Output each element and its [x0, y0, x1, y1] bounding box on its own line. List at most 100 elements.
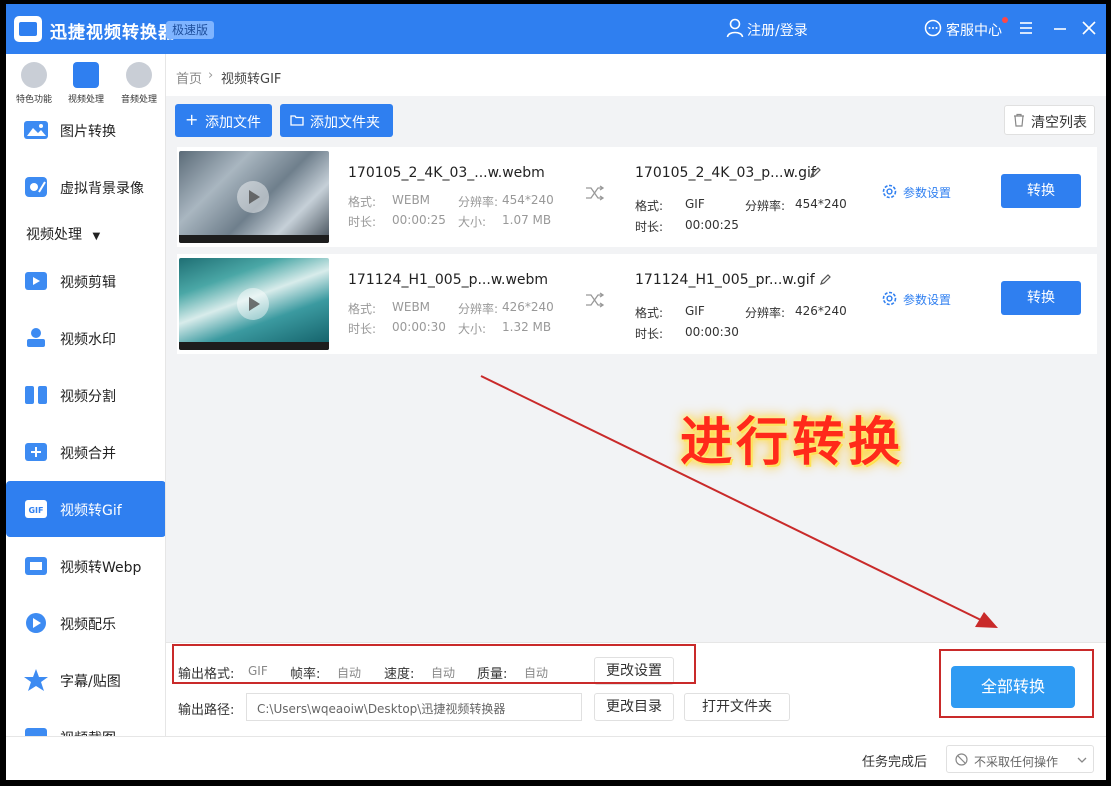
sidebar-item-video-to-gif[interactable]: GIF 视频转Gif	[6, 481, 165, 537]
chat-icon[interactable]	[924, 19, 942, 37]
format-label: 格式:	[348, 195, 377, 209]
shuffle-icon	[586, 292, 605, 308]
tab-label: 音频处理	[120, 95, 157, 105]
breadcrumb: 首页 › 视频转GIF	[166, 54, 1106, 96]
close-icon[interactable]	[1081, 20, 1097, 36]
chevron-down-icon	[1077, 757, 1087, 763]
play-icon[interactable]	[237, 288, 269, 320]
music-icon	[126, 62, 152, 88]
resolution-label: 分辨率:	[745, 306, 786, 320]
gear-icon[interactable]	[881, 183, 898, 200]
support-link[interactable]: 客服中心	[946, 20, 1002, 40]
output-format: GIF	[685, 304, 705, 318]
tab-audio[interactable]: 音频处理	[112, 62, 165, 110]
annotation-box-convert-all	[939, 649, 1094, 718]
output-path-input[interactable]: C:\Users\wqeaoiw\Desktop\迅捷视频转换器	[246, 693, 582, 721]
sidebar-item-video-edit[interactable]: 视频剪辑	[6, 253, 165, 309]
star-icon	[21, 62, 47, 88]
screenshot-icon	[25, 728, 47, 736]
add-file-button[interactable]: + 添加文件	[175, 104, 272, 137]
source-filename: 171124_H1_005_p...w.webm	[348, 272, 549, 288]
add-folder-label: 添加文件夹	[310, 115, 380, 131]
app-title: 迅捷视频转换器	[50, 23, 176, 43]
source-filename: 170105_2_4K_03_...w.webm	[348, 165, 545, 181]
source-duration: 00:00:25	[392, 213, 446, 227]
output-path-label: 输出路径:	[178, 703, 235, 718]
block-icon	[955, 753, 968, 766]
source-resolution: 454*240	[502, 193, 554, 207]
minimize-icon[interactable]	[1052, 20, 1068, 36]
sidebar-item-label: 视频剪辑	[60, 275, 116, 291]
sidebar-item-video-to-webp[interactable]: 视频转Webp	[6, 538, 165, 594]
image-icon	[24, 121, 48, 139]
menu-icon[interactable]	[1018, 20, 1034, 36]
music-note-icon	[26, 613, 46, 633]
pencil-icon[interactable]	[808, 166, 822, 180]
breadcrumb-home[interactable]: 首页	[176, 68, 202, 87]
plus-icon: +	[185, 110, 199, 129]
notification-dot	[1002, 17, 1008, 23]
output-resolution: 454*240	[795, 197, 847, 211]
sidebar-item-watermark[interactable]: 视频水印	[6, 310, 165, 366]
tab-video[interactable]: 视频处理	[59, 62, 113, 110]
sidebar-item-split[interactable]: 视频分割	[6, 367, 165, 423]
sidebar-item-label: 视频转Webp	[60, 560, 142, 576]
size-label: 大小:	[458, 322, 487, 336]
app-logo-icon	[14, 16, 42, 42]
gear-icon[interactable]	[881, 290, 898, 307]
breadcrumb-separator: ›	[208, 68, 214, 83]
size-label: 大小:	[458, 215, 487, 229]
add-folder-button[interactable]: 添加文件夹	[280, 104, 393, 137]
annotation-box-output-settings	[172, 644, 696, 684]
change-dir-button[interactable]: 更改目录	[594, 693, 674, 721]
video-thumbnail[interactable]	[179, 151, 329, 243]
file-row: 170105_2_4K_03_...w.webm 格式: WEBM 分辨率: 4…	[177, 147, 1097, 247]
output-resolution: 426*240	[795, 304, 847, 318]
sidebar-item-label: 视频截图	[60, 728, 116, 736]
pencil-icon[interactable]	[818, 273, 832, 287]
split-icon	[25, 386, 47, 404]
param-settings-link[interactable]: 参数设置	[903, 291, 951, 308]
sidebar-item-virtual-bg[interactable]: 虚拟背景录像	[6, 159, 165, 215]
tab-featured[interactable]: 特色功能	[7, 62, 61, 110]
convert-button[interactable]: 转换	[1001, 174, 1081, 208]
after-task-value: 不采取任何操作	[974, 755, 1059, 769]
file-row: 171124_H1_005_p...w.webm 格式: WEBM 分辨率: 4…	[177, 254, 1097, 354]
duration-label: 时长:	[635, 220, 664, 234]
clear-list-button[interactable]: 清空列表	[1004, 105, 1095, 135]
trash-icon	[1014, 113, 1024, 127]
edition-badge: 极速版	[166, 21, 215, 39]
camera-icon	[25, 177, 47, 197]
convert-button[interactable]: 转换	[1001, 281, 1081, 315]
sidebar-item-music[interactable]: 视频配乐	[6, 595, 165, 651]
source-size: 1.07 MB	[502, 213, 552, 227]
feature-tabs: 特色功能 视频处理 音频处理	[6, 54, 165, 114]
sidebar-item-merge[interactable]: 视频合并	[6, 424, 165, 480]
video-thumbnail[interactable]	[179, 258, 329, 350]
output-filename: 171124_H1_005_pr...w.gif	[635, 272, 815, 288]
play-icon[interactable]	[237, 181, 269, 213]
source-size: 1.32 MB	[502, 320, 552, 334]
open-folder-button[interactable]: 打开文件夹	[684, 693, 790, 721]
stamp-icon	[27, 328, 45, 347]
login-link[interactable]: 注册/登录	[747, 20, 808, 40]
param-settings-link[interactable]: 参数设置	[903, 184, 951, 201]
source-format: WEBM	[392, 300, 431, 314]
sidebar-item-screenshot[interactable]: 视频截图	[6, 709, 165, 736]
after-task-select[interactable]: 不采取任何操作	[946, 745, 1094, 773]
format-label: 格式:	[635, 306, 664, 320]
format-label: 格式:	[348, 302, 377, 316]
after-task-label: 任务完成后	[862, 755, 928, 770]
sidebar-item-label: 图片转换	[60, 124, 116, 140]
sidebar-section-video[interactable]: 视频处理 ▼	[26, 224, 156, 244]
section-label: 视频处理	[26, 227, 82, 243]
merge-icon	[25, 443, 47, 461]
sidebar-item-subtitle[interactable]: 字幕/贴图	[6, 652, 165, 708]
duration-label: 时长:	[635, 327, 664, 341]
caret-down-icon: ▼	[92, 231, 101, 242]
user-icon[interactable]	[726, 18, 744, 38]
sidebar-item-label: 视频转Gif	[60, 503, 122, 519]
tab-label: 视频处理	[67, 95, 104, 105]
shuffle-icon	[586, 185, 605, 201]
breadcrumb-current: 视频转GIF	[221, 72, 282, 87]
